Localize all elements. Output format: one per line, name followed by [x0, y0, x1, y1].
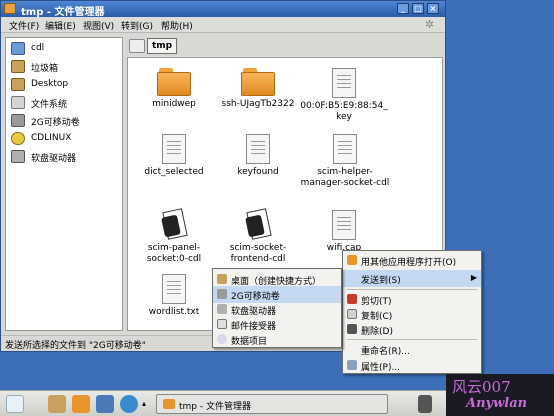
sidebar-item-usb[interactable]: 2G可移动卷 [9, 112, 119, 129]
throbber-icon: ✲ [425, 18, 435, 31]
open-with-icon [347, 255, 357, 265]
properties-icon [347, 360, 357, 370]
file-item[interactable]: 00:0F:B5:E9:88:54_key [300, 68, 388, 123]
menu-separator [347, 339, 477, 340]
menu-item-delete[interactable]: 删除(D) [343, 321, 481, 338]
text-editor-icon[interactable] [72, 395, 90, 413]
trash-icon [11, 60, 25, 73]
file-item[interactable]: keyfound [216, 134, 300, 178]
maximize-button[interactable]: □ [412, 3, 424, 14]
places-sidebar: cdl 垃圾箱 Desktop 文件系统 2G可移动卷 CDLINUX 软盘驱动… [5, 37, 123, 331]
watermark: 风云007 Anywlan [446, 374, 554, 416]
show-more-icon[interactable]: ▴ [142, 395, 152, 413]
sidebar-item-filesystem[interactable]: 文件系统 [9, 94, 119, 111]
breadcrumb-current[interactable]: tmp [147, 38, 178, 54]
document-icon [332, 210, 356, 240]
floppy-icon [217, 304, 227, 314]
file-item[interactable]: minidwep [132, 68, 216, 110]
start-menu-icon[interactable] [6, 395, 24, 413]
computer-icon [11, 42, 25, 55]
volume-icon[interactable] [418, 395, 432, 413]
file-item-selected[interactable]: wifi.cap [300, 210, 388, 254]
menu-item-rename[interactable]: 重命名(R)... [343, 341, 481, 358]
file-item[interactable]: scim-helper-manager-socket-cdl [300, 134, 390, 189]
usb-drive-icon [217, 289, 227, 299]
close-button[interactable]: × [427, 3, 439, 14]
sidebar-item-desktop[interactable]: Desktop [9, 76, 119, 93]
menu-file[interactable]: 文件(F) [9, 19, 39, 32]
context-menu: 用其他应用程序打开(O) 发送到(S) ▶ 剪切(T) 复制(C) 删除(D) … [342, 250, 482, 374]
usb-drive-icon [11, 114, 25, 127]
browser-icon[interactable] [120, 395, 138, 413]
breadcrumb: tmp [127, 37, 443, 55]
mail-icon [217, 319, 227, 329]
document-icon [333, 134, 357, 164]
sidebar-item-floppy[interactable]: 软盘驱动器 [9, 148, 119, 165]
menu-go[interactable]: 转到(G) [121, 19, 153, 32]
folder-icon [241, 68, 275, 96]
window-title: tmp - 文件管理器 [21, 7, 105, 18]
file-item[interactable]: wordlist.txt [132, 274, 216, 318]
menu-item-send-to[interactable]: 发送到(S) ▶ [343, 270, 481, 287]
cd-icon [217, 334, 227, 344]
file-item[interactable]: scim-socket-frontend-cdl [216, 208, 300, 265]
drive-icon [11, 96, 25, 109]
document-icon [332, 68, 356, 98]
cut-icon [347, 294, 357, 304]
minimize-button[interactable]: _ [397, 3, 409, 14]
socket-file-icon [245, 208, 272, 240]
menu-bar: 文件(F) 编辑(E) 视图(V) 转到(G) 帮助(H) ✲ [1, 17, 445, 33]
menu-edit[interactable]: 编辑(E) [45, 19, 76, 32]
menu-item-open-with[interactable]: 用其他应用程序打开(O) [343, 252, 481, 269]
folder-icon [163, 399, 175, 409]
sidebar-item-trash[interactable]: 垃圾箱 [9, 58, 119, 75]
file-item[interactable]: scim-panel-socket:0-cdl [132, 208, 216, 265]
menu-view[interactable]: 视图(V) [83, 19, 114, 32]
file-item[interactable]: dict_selected [132, 134, 216, 178]
copy-icon [347, 309, 357, 319]
menu-help[interactable]: 帮助(H) [161, 19, 193, 32]
document-icon [162, 274, 186, 304]
desktop-icon [217, 274, 227, 284]
file-item[interactable]: ssh-UJagTb2322 [216, 68, 300, 110]
title-bar[interactable]: tmp - 文件管理器 _ □ × [1, 1, 445, 18]
taskbar-window-button[interactable]: tmp - 文件管理器 [156, 394, 388, 414]
delete-icon [347, 324, 357, 334]
submenu-item-data-project[interactable]: 数据项目 [213, 331, 341, 348]
document-icon [162, 134, 186, 164]
status-text: 发送所选择的文件到 "2G可移动卷" [5, 341, 146, 351]
sidebar-item-cdl[interactable]: cdl [9, 40, 119, 57]
file-manager-icon [4, 3, 16, 14]
sidebar-item-cdlinux[interactable]: CDLINUX [9, 130, 119, 147]
desktop-icon[interactable] [48, 395, 66, 413]
menu-item-properties[interactable]: 属性(P)... [343, 357, 481, 374]
terminal-icon[interactable] [96, 395, 114, 413]
submenu-arrow-icon: ▶ [470, 273, 477, 282]
folder-icon [157, 68, 191, 96]
menu-separator [347, 289, 477, 290]
drive-icon[interactable] [129, 39, 145, 53]
send-to-submenu: 桌面（创建快捷方式） 2G可移动卷 软盘驱动器 邮件接受器 数据项目 [212, 268, 342, 348]
socket-file-icon [161, 208, 188, 240]
cdrom-icon [11, 132, 25, 145]
floppy-icon [11, 150, 25, 163]
desktop-icon [11, 78, 25, 91]
document-icon [246, 134, 270, 164]
